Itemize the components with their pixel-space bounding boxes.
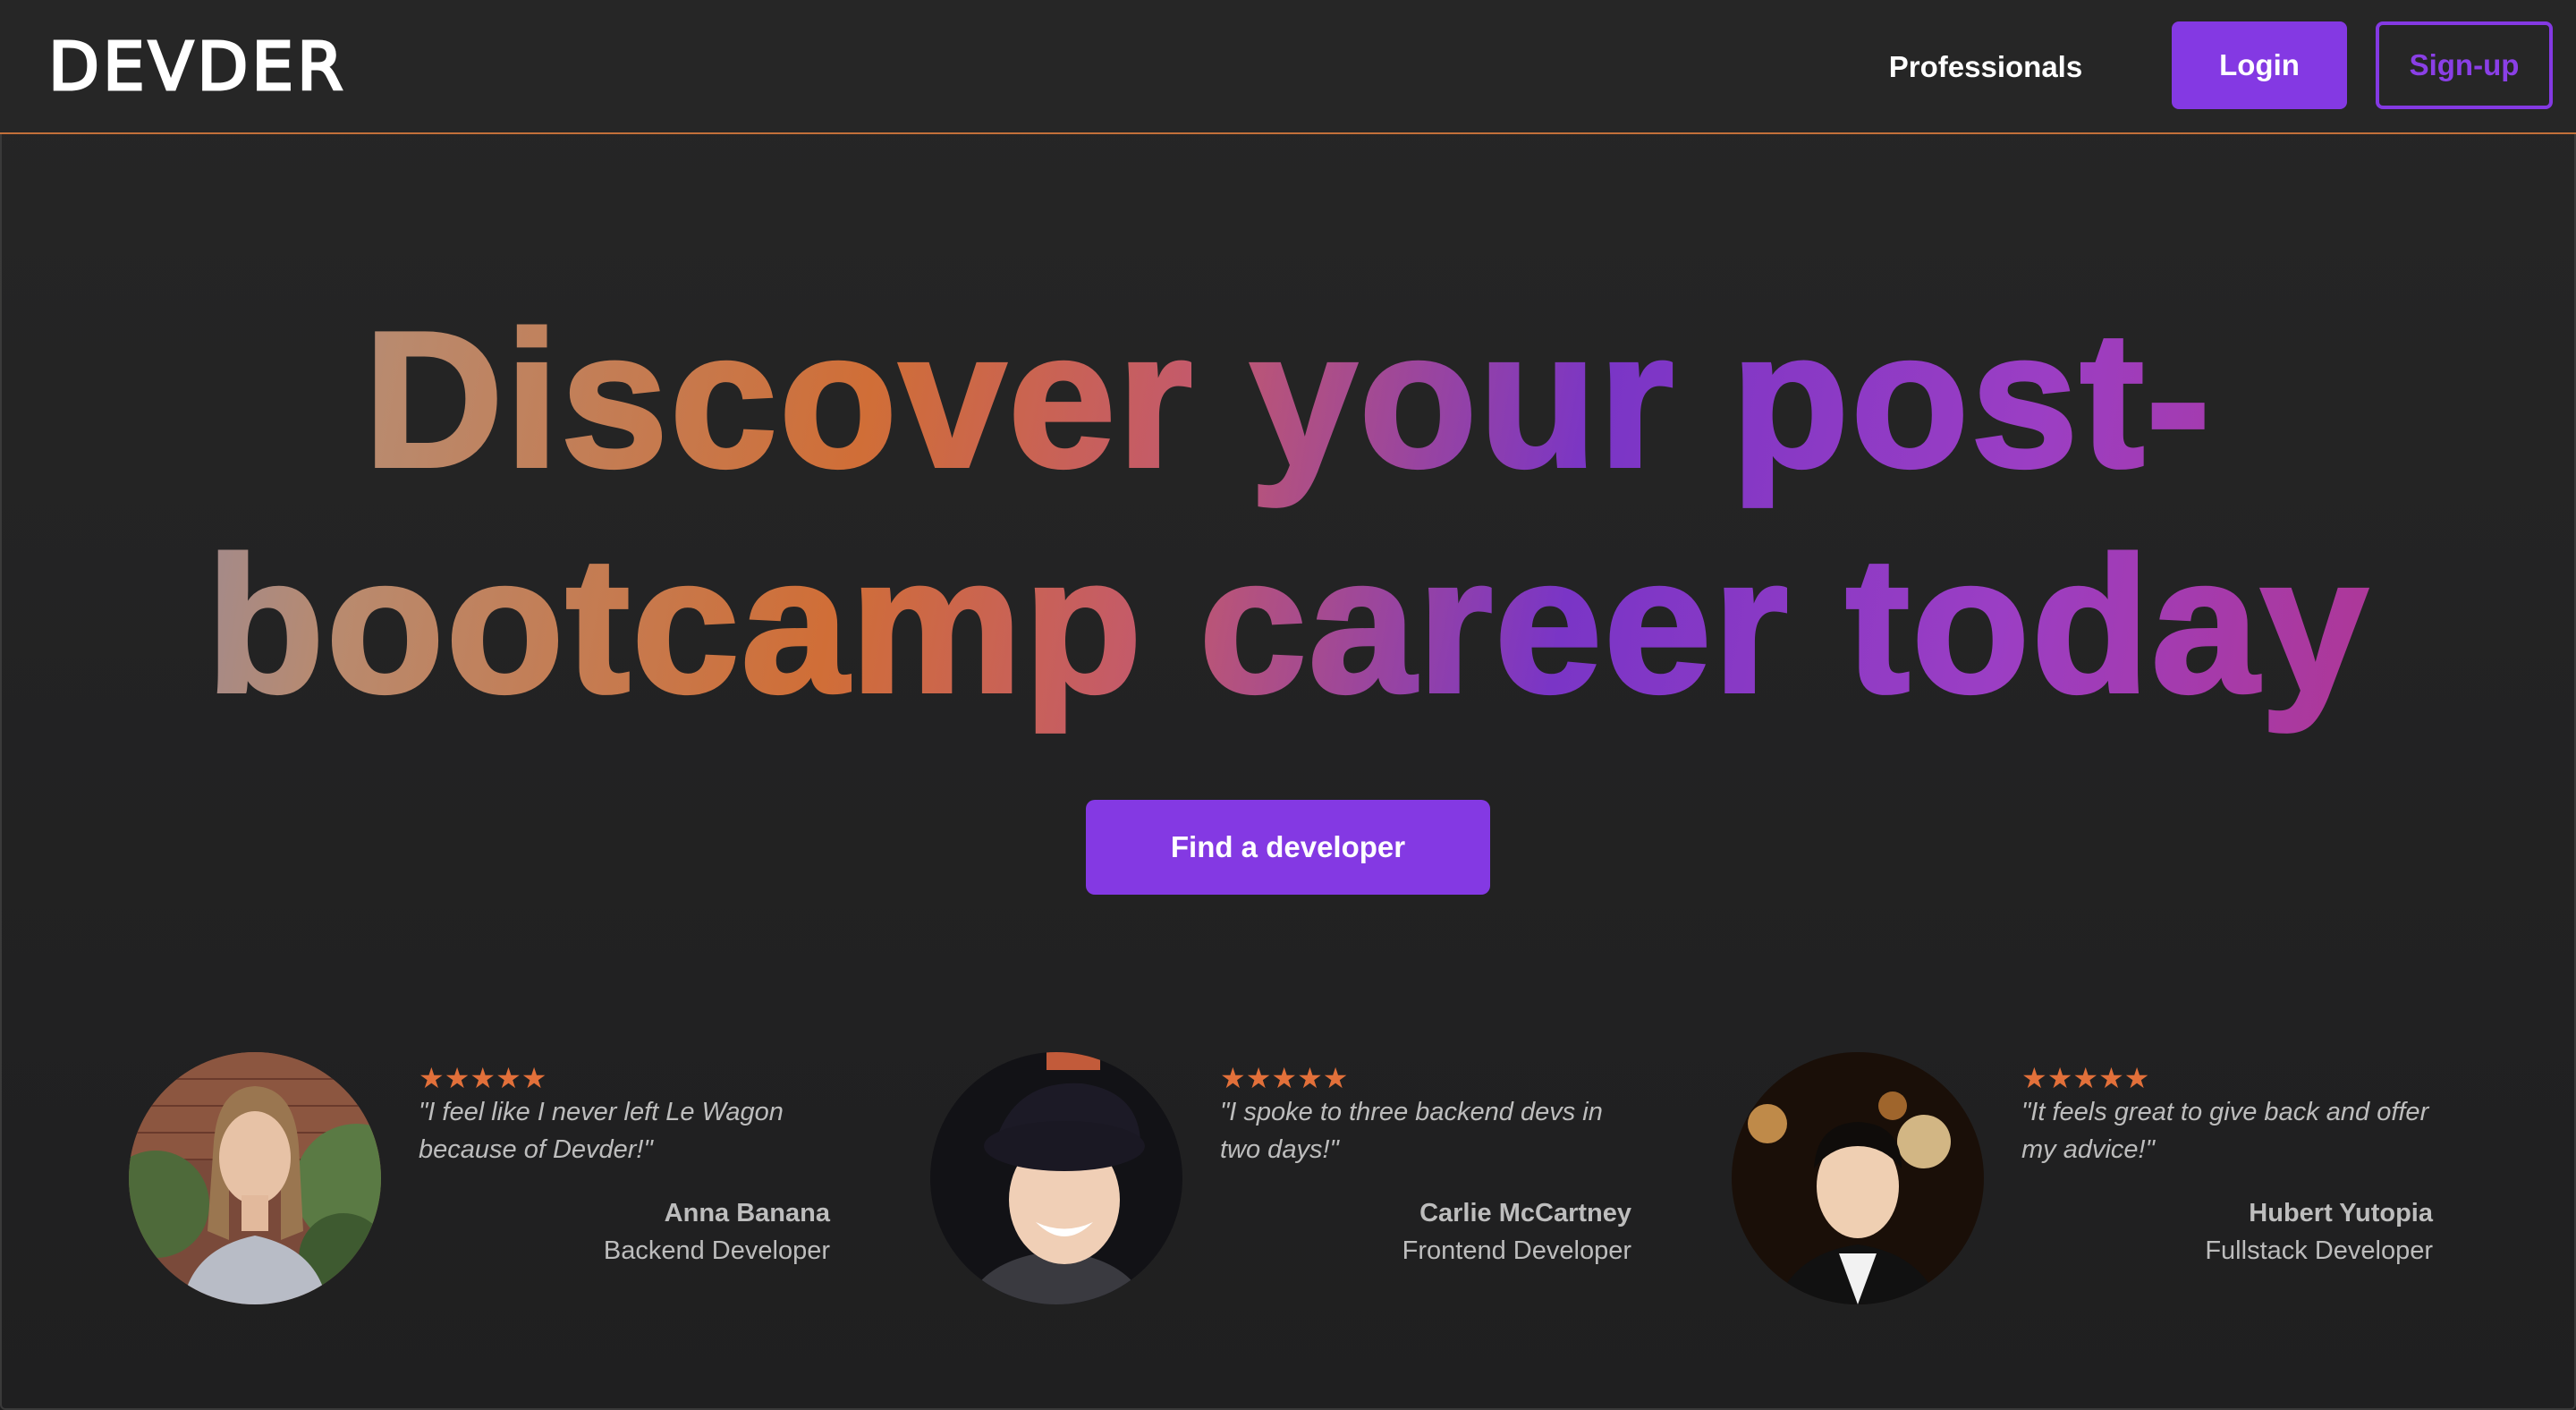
testimonial-name: Carlie McCartney bbox=[1419, 1199, 1631, 1227]
testimonial-quote: "I feel like I never left Le Wagon becau… bbox=[419, 1098, 784, 1164]
testimonial-role: Fullstack Developer bbox=[2205, 1236, 2433, 1265]
testimonial-role: Backend Developer bbox=[603, 1236, 830, 1265]
testimonial-name: Anna Banana bbox=[664, 1199, 830, 1227]
testimonial-role: Frontend Developer bbox=[1402, 1236, 1631, 1265]
testimonial-quote: "I spoke to three backend devs in two da… bbox=[1220, 1098, 1603, 1164]
star-icon: ★★★★★ bbox=[1220, 1062, 1349, 1094]
login-button[interactable]: Login bbox=[2172, 21, 2347, 109]
signup-button-label: Sign-up bbox=[2409, 48, 2520, 81]
navbar: DEVDER Professionals Login Sign-up bbox=[0, 0, 2576, 134]
star-icon: ★★★★★ bbox=[2021, 1062, 2150, 1094]
star-icon: ★★★★★ bbox=[419, 1062, 547, 1094]
testimonial-card: ★★★★★ "I feel like I never left Le Wagon… bbox=[129, 1052, 862, 1312]
signup-button[interactable]: Sign-up bbox=[2376, 21, 2553, 109]
avatar-carlie-mccartney bbox=[930, 1052, 1182, 1304]
hero-headline: Discover your post- bootcamp career toda… bbox=[107, 286, 2469, 737]
find-developer-button[interactable]: Find a developer bbox=[1086, 800, 1490, 895]
avatar-anna-banana bbox=[129, 1052, 381, 1304]
login-button-label: Login bbox=[2219, 48, 2300, 81]
testimonial-quote: "It feels great to give back and offer m… bbox=[2021, 1098, 2429, 1164]
testimonial-card: ★★★★★ "It feels great to give back and o… bbox=[1732, 1052, 2465, 1312]
rating-stars: ★★★★★ bbox=[419, 1063, 547, 1093]
testimonial-name: Hubert Yutopia bbox=[2249, 1199, 2433, 1227]
hero-headline-line-2: bootcamp career today bbox=[205, 514, 2370, 735]
rating-stars: ★★★★★ bbox=[2021, 1063, 2149, 1093]
hero-headline-line-1: Discover your post- bbox=[362, 289, 2213, 509]
avatar-hubert-yutopia bbox=[1732, 1052, 1984, 1304]
find-developer-button-label: Find a developer bbox=[1170, 830, 1406, 863]
testimonial-card: ★★★★★ "I spoke to three backend devs in … bbox=[930, 1052, 1664, 1312]
professionals-link[interactable]: Professionals bbox=[1878, 45, 2093, 89]
devder-logo[interactable]: DEVDER bbox=[47, 33, 347, 102]
rating-stars: ★★★★★ bbox=[1220, 1063, 1348, 1093]
